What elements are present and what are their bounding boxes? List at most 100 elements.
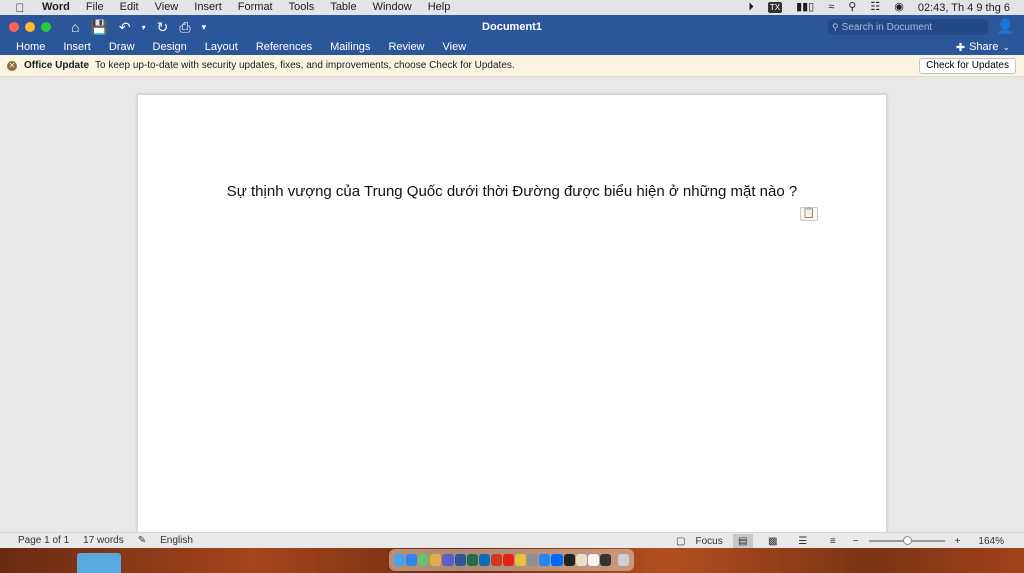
menu-tools[interactable]: Tools (281, 0, 323, 15)
menubar-clock[interactable]: 02:43, Th 4 9 thg 6 (918, 2, 1010, 14)
status-right-controls: ▢ Focus ▤ ▩ ☰ ≡ − + 164% (676, 533, 1004, 549)
undo-dropdown-icon[interactable]: ▾ (142, 23, 146, 32)
tab-home[interactable]: Home (0, 40, 54, 54)
quick-access-toolbar: ⌂ 💾 ↶ ▾ ↻ ⎙ ▾ (71, 19, 206, 36)
print-icon[interactable]: ⎙ (179, 19, 190, 36)
menu-window[interactable]: Window (365, 0, 420, 15)
dock (389, 549, 634, 571)
draft-view-button[interactable]: ≡ (823, 534, 843, 548)
document-body-text[interactable]: Sự thịnh vượng của Trung Quốc dưới thời … (138, 183, 886, 200)
office-update-bar: ✕ Office Update To keep up-to-date with … (0, 55, 1024, 77)
tab-references[interactable]: References (247, 40, 321, 54)
play-icon[interactable]: ⏵ (748, 0, 754, 15)
desktop-background (0, 548, 1024, 573)
menu-insert[interactable]: Insert (186, 0, 230, 15)
zalo-icon[interactable] (551, 554, 563, 566)
search-icon[interactable]: ⚲ (848, 0, 856, 15)
trash-icon[interactable] (617, 554, 630, 566)
zoom-slider-handle[interactable] (902, 536, 912, 545)
document-canvas: Sự thịnh vượng của Trung Quốc dưới thời … (0, 77, 1024, 534)
update-title: Office Update (24, 60, 90, 71)
menu-app-name[interactable]: Word (40, 0, 78, 15)
check-for-updates-button[interactable]: Check for Updates (919, 58, 1016, 74)
account-icon[interactable]: 👤 (997, 18, 1014, 35)
desktop-folder-icon[interactable] (77, 553, 121, 573)
customize-toolbar-icon[interactable]: ▾ (202, 22, 207, 33)
word-title-bar: ⌂ 💾 ↶ ▾ ↻ ⎙ ▾ Document1 ⚲ 👤 (0, 15, 1024, 39)
youtube-icon[interactable] (502, 554, 515, 566)
menubar-status-area: ⏵ TX ▮▮▯ ≈ ⚲ ☷ ◉ 02:43, Th 4 9 thg 6 (748, 0, 1024, 15)
zoom-slider[interactable] (868, 536, 945, 545)
search-input[interactable] (841, 21, 972, 33)
outline-view-button[interactable]: ☰ (793, 534, 813, 548)
app-store-icon[interactable] (539, 554, 551, 566)
menu-file[interactable]: File (78, 0, 112, 15)
redo-icon[interactable]: ↻ (157, 19, 169, 36)
window-controls (0, 22, 51, 32)
update-message: To keep up-to-date with security updates… (95, 60, 515, 71)
web-layout-view-button[interactable]: ▩ (763, 534, 783, 548)
add-person-icon: ✚ (955, 41, 966, 54)
menu-view[interactable]: View (147, 0, 187, 15)
status-bar: Page 1 of 1 17 words ✎ English ▢ Focus ▤… (0, 532, 1024, 548)
share-label: Share (969, 41, 999, 53)
teams-icon[interactable] (442, 554, 454, 566)
siri-icon[interactable]: ◉ (894, 0, 904, 15)
minimize-window-button[interactable] (25, 22, 35, 32)
zoom-window-button[interactable] (41, 22, 51, 32)
outlook-icon[interactable] (478, 554, 490, 566)
share-button[interactable]: ✚ Share ⌄ (956, 41, 1024, 54)
menu-format[interactable]: Format (230, 0, 281, 15)
input-source-icon[interactable]: TX (767, 2, 783, 13)
tab-mailings[interactable]: Mailings (321, 40, 379, 54)
tab-design[interactable]: Design (144, 40, 196, 54)
calendar-icon[interactable] (587, 554, 599, 566)
macos-menu-bar:  Word File Edit View Insert Format Tool… (0, 0, 1024, 15)
tab-review[interactable]: Review (379, 40, 433, 54)
excel-icon[interactable] (466, 554, 478, 566)
wifi-icon[interactable]: ≈ (828, 0, 834, 15)
page-count[interactable]: Page 1 of 1 (18, 535, 69, 546)
tab-layout[interactable]: Layout (196, 40, 247, 54)
document-page[interactable]: Sự thịnh vượng của Trung Quốc dưới thời … (137, 94, 887, 534)
ribbon-tabs: Home Insert Draw Design Layout Reference… (0, 39, 1024, 55)
chevron-down-icon: ⌄ (1002, 41, 1010, 52)
zoom-in-button[interactable]: + (955, 536, 961, 547)
safari-icon[interactable] (406, 554, 418, 566)
finder-icon[interactable] (394, 554, 406, 566)
menu-help[interactable]: Help (420, 0, 459, 15)
save-icon[interactable]: 💾 (90, 19, 107, 36)
home-icon[interactable]: ⌂ (71, 19, 79, 35)
music-icon[interactable] (563, 554, 575, 566)
terminal-icon[interactable] (599, 554, 611, 566)
tab-draw[interactable]: Draw (100, 40, 144, 54)
powerpoint-icon[interactable] (490, 554, 502, 566)
focus-label[interactable]: Focus (696, 536, 723, 547)
language-indicator[interactable]: English (160, 535, 193, 546)
control-center-icon[interactable]: ☷ (870, 0, 880, 15)
maps-icon[interactable] (418, 554, 430, 566)
zoom-level[interactable]: 164% (978, 536, 1004, 547)
menu-table[interactable]: Table (322, 0, 364, 15)
zoom-out-button[interactable]: − (853, 536, 859, 547)
document-search[interactable]: ⚲ (828, 19, 988, 35)
apple-icon[interactable]:  (0, 1, 40, 15)
photos-icon[interactable] (430, 554, 442, 566)
print-layout-view-button[interactable]: ▤ (732, 534, 753, 548)
app-menu: Word File Edit View Insert Format Tools … (40, 0, 458, 15)
tab-insert[interactable]: Insert (54, 40, 100, 54)
dismiss-update-icon[interactable]: ✕ (7, 60, 17, 71)
close-window-button[interactable] (9, 22, 19, 32)
chrome-icon[interactable] (515, 554, 527, 566)
settings-icon[interactable] (527, 554, 539, 566)
paste-options-icon[interactable]: 📋 (800, 207, 818, 221)
word-icon[interactable] (454, 554, 466, 566)
undo-icon[interactable]: ↶ (119, 19, 131, 36)
proofing-icon[interactable]: ✎ (138, 535, 146, 546)
menu-edit[interactable]: Edit (112, 0, 147, 15)
notes-icon[interactable] (575, 554, 587, 566)
battery-icon[interactable]: ▮▮▯ (796, 0, 814, 15)
focus-icon[interactable]: ▢ (676, 536, 685, 547)
word-count[interactable]: 17 words (83, 535, 124, 546)
tab-view[interactable]: View (434, 40, 476, 54)
